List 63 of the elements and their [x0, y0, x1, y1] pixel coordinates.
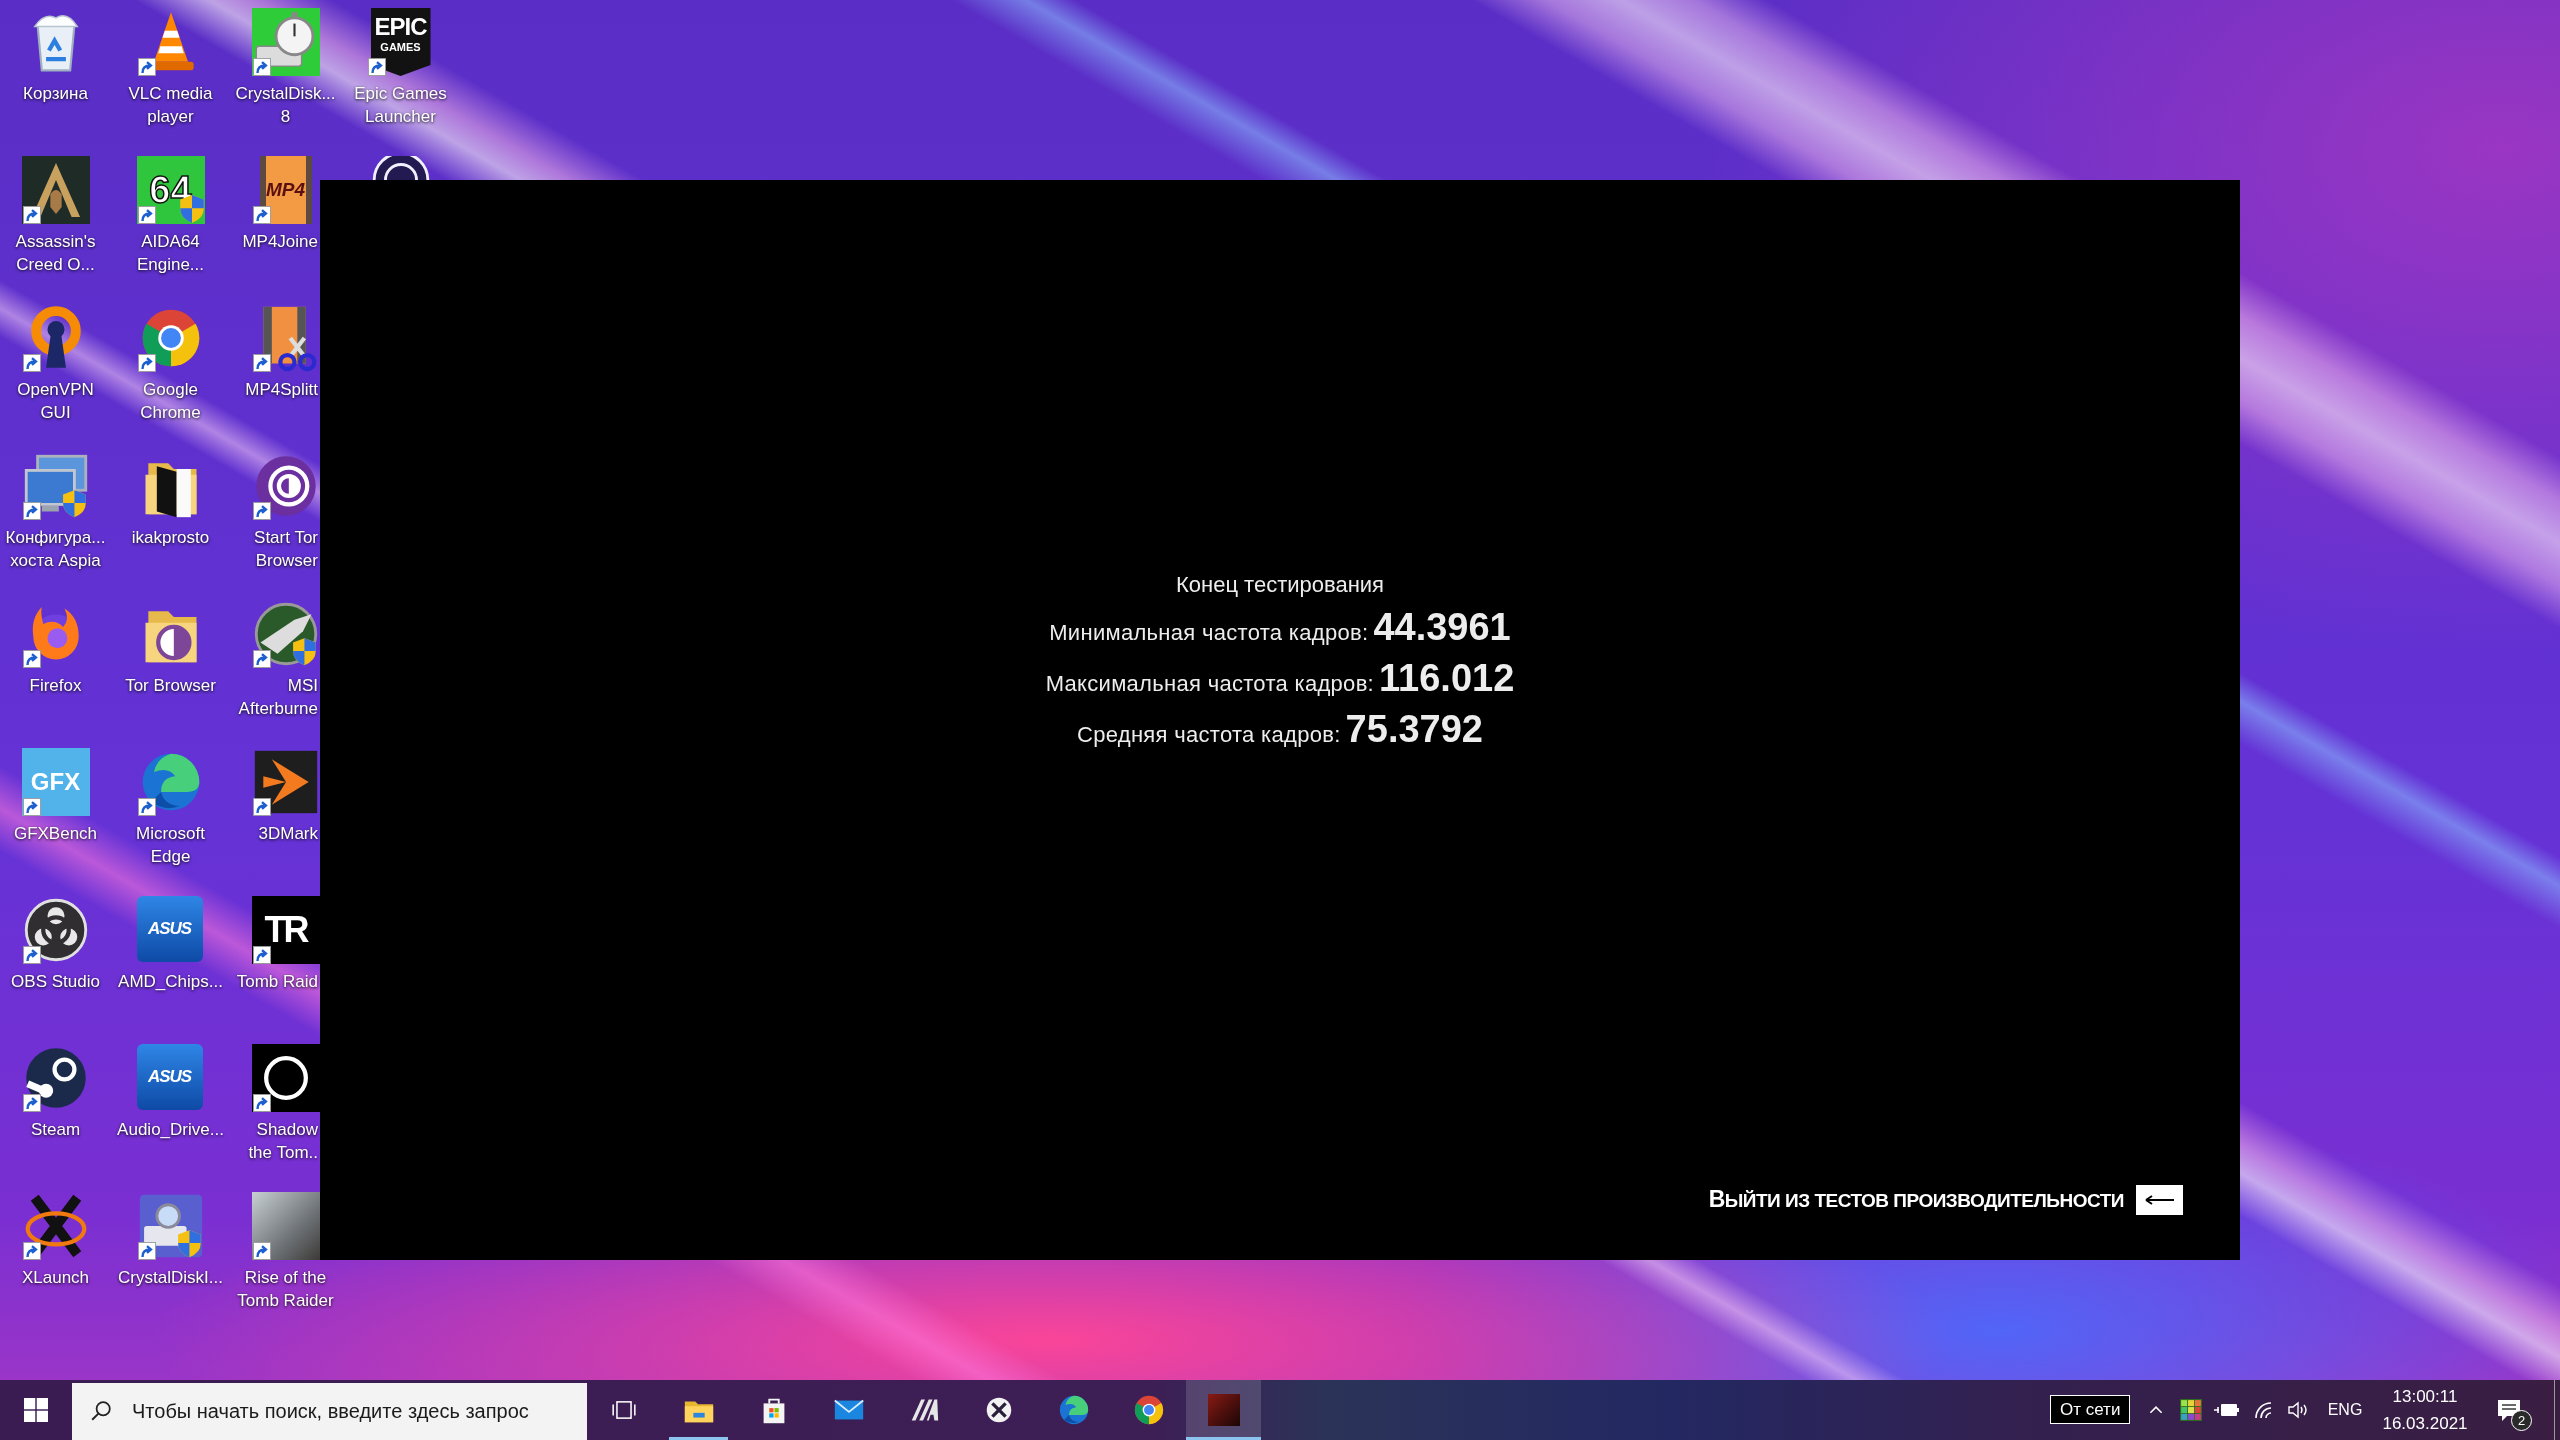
four-squares-icon — [24, 1398, 48, 1422]
results-title: Конец тестирования — [1175, 571, 1385, 599]
logo-tile[interactable]: TR — [251, 896, 320, 964]
left-arrow-key-icon — [2136, 1185, 2183, 1215]
logo-text: MP4 — [265, 179, 306, 201]
photo-placeholder[interactable] — [251, 1192, 320, 1260]
icon-label[interactable]: AIDA64 Engine... — [114, 230, 227, 276]
icon-label[interactable]: GFXBench — [0, 822, 112, 845]
icon-label[interactable]: Steam — [0, 1118, 112, 1141]
tooltip: От сети — [2050, 1395, 2131, 1424]
icon-label[interactable]: Конфигура... хоста Aspia — [0, 526, 112, 572]
logo-tile[interactable]: MP4 — [259, 156, 312, 224]
logo-text: GFX — [30, 768, 81, 796]
icon-label[interactable]: MP4Splitt — [228, 378, 318, 401]
photo-placeholder — [1207, 1394, 1240, 1426]
result-value: 116.012 — [1379, 656, 1515, 701]
result-label: Минимальная частота кадров: — [1049, 619, 1369, 647]
result-value: 44.3961 — [1373, 605, 1511, 650]
icon-label[interactable]: Tomb Raid — [228, 970, 318, 993]
language-indicator[interactable]: ENG — [2327, 1398, 2363, 1422]
icon-label[interactable]: 3DMark — [228, 822, 318, 845]
logo-tile[interactable]: EPIC GAMES — [370, 8, 431, 76]
icon-label[interactable]: Google Chrome — [114, 378, 227, 424]
icon-label[interactable]: CrystalDisk... 8 — [229, 82, 342, 128]
result-label: Максимальная частота кадров: — [1045, 670, 1375, 698]
icon-label[interactable]: MP4Joine — [228, 230, 318, 253]
color-grid-icon[interactable] — [2180, 1399, 2202, 1421]
logo-tile[interactable]: ASUS — [136, 896, 203, 962]
logo-text: EPIC — [374, 14, 427, 40]
icon-label[interactable]: Rise of the Tomb Raider — [229, 1266, 342, 1312]
search-field[interactable]: Чтобы начать поиск, введите здесь запрос — [72, 1383, 587, 1440]
notification-badge: 2 — [2511, 1410, 2532, 1431]
stopwatch-drive-icon[interactable] — [251, 8, 320, 76]
search-icon — [90, 1400, 112, 1422]
icon-label[interactable]: Start Tor Browser — [228, 526, 318, 572]
logo-tile[interactable]: ASUS — [136, 1044, 203, 1110]
icon-label[interactable]: OpenVPN GUI — [0, 378, 112, 424]
icon-label[interactable]: Assassin's Creed O... — [0, 230, 112, 276]
icon-label[interactable]: AMD_Chips... — [114, 970, 227, 993]
icon-label[interactable]: Firefox — [0, 674, 112, 697]
icon-label[interactable]: Microsoft Edge — [114, 822, 227, 868]
triangle-emblem-icon[interactable] — [21, 156, 90, 224]
icon-label[interactable]: Корзина — [0, 82, 112, 105]
icon-label[interactable]: OBS Studio — [0, 970, 112, 993]
icon-label[interactable]: Tor Browser — [114, 674, 227, 697]
logo-text: ASUS — [147, 919, 192, 939]
ring-icon[interactable] — [251, 1044, 320, 1112]
logo-text: GAMES — [380, 40, 421, 54]
icon-label[interactable]: Shadow the Tom.. — [228, 1118, 318, 1164]
clock-date[interactable]: 16.03.2021 — [2382, 1410, 2468, 1437]
icon-label[interactable]: MSI Afterburne — [228, 674, 318, 720]
logo-text: TR — [264, 910, 307, 950]
icon-label[interactable]: ikakprosto — [114, 526, 227, 549]
icon-label[interactable]: CrystalDiskI... — [114, 1266, 227, 1289]
result-label: Средняя частота кадров: — [1077, 721, 1341, 749]
exit-button[interactable]: ВЫЙТИ ИЗ ТЕСТОВ ПРОИЗВОДИТЕЛЬНОСТИ — [1708, 1184, 2183, 1216]
icon-label[interactable]: VLC media player — [114, 82, 227, 128]
taskbar-app-button[interactable] — [1186, 1380, 1261, 1440]
icon-label[interactable]: XLaunch — [0, 1266, 112, 1289]
logo-text: ASUS — [147, 1067, 192, 1087]
icon-label[interactable]: Audio_Drive... — [114, 1118, 227, 1141]
result-value: 75.3792 — [1345, 707, 1483, 752]
clock-time[interactable]: 13:00:11 — [2392, 1383, 2458, 1410]
